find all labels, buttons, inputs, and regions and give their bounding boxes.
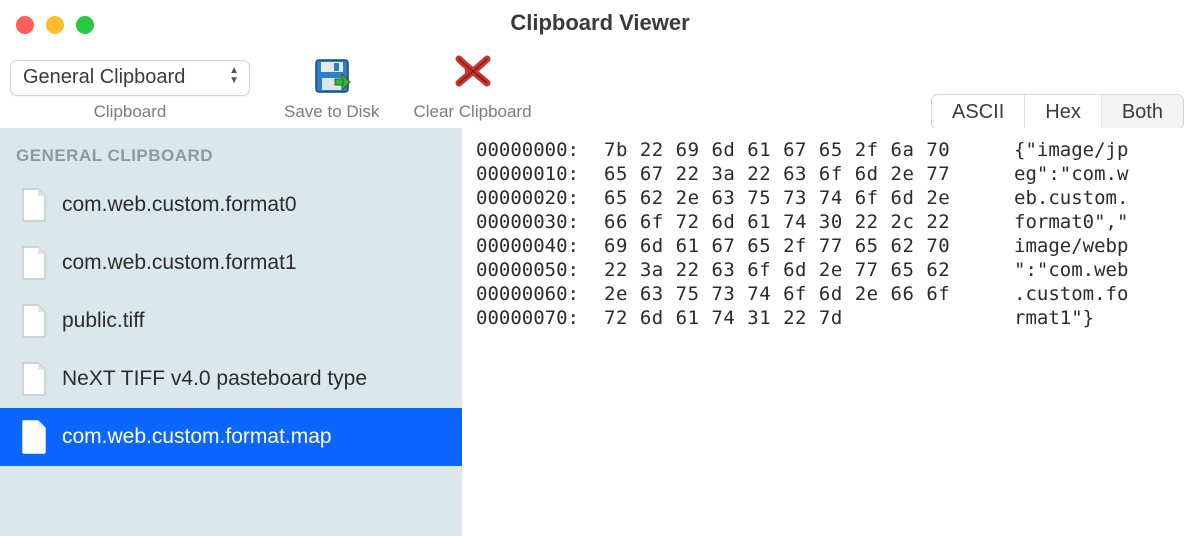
file-icon xyxy=(20,362,48,396)
file-icon xyxy=(20,420,48,454)
window-title: Clipboard Viewer xyxy=(0,10,1200,36)
hex-offset: 00000010: xyxy=(476,162,604,186)
list-item[interactable]: com.web.custom.format1 xyxy=(0,234,462,292)
hex-row: 00000040:69 6d 61 67 65 2f 77 65 62 70im… xyxy=(476,234,1186,258)
hex-bytes: 69 6d 61 67 65 2f 77 65 62 70 xyxy=(604,234,1014,258)
hex-bytes: 22 3a 22 63 6f 6d 2e 77 65 62 xyxy=(604,258,1014,282)
floppy-disk-icon xyxy=(312,56,352,96)
list-item[interactable]: public.tiff xyxy=(0,292,462,350)
file-icon xyxy=(20,304,48,338)
hex-row: 00000060:2e 63 75 73 74 6f 6d 2e 66 6f.c… xyxy=(476,282,1186,306)
list-item[interactable]: NeXT TIFF v4.0 pasteboard type xyxy=(0,350,462,408)
clipboard-selector-dropdown[interactable]: General Clipboard ▲▼ xyxy=(10,60,250,96)
toolbar: General Clipboard ▲▼ Clipboard Save to D… xyxy=(0,44,1200,128)
clear-clipboard-button[interactable] xyxy=(453,51,493,96)
hex-offset: 00000000: xyxy=(476,138,604,162)
hex-ascii: image/webp xyxy=(1014,234,1186,258)
view-mode-both[interactable]: Both xyxy=(1102,95,1183,129)
hex-offset: 00000030: xyxy=(476,210,604,234)
list-item-label: com.web.custom.format.map xyxy=(62,425,332,449)
hex-ascii: rmat1"} xyxy=(1014,306,1186,330)
clear-clipboard-label: Clear Clipboard xyxy=(413,102,531,122)
main-area: GENERAL CLIPBOARD com.web.custom.format0… xyxy=(0,128,1200,536)
list-item[interactable]: com.web.custom.format0 xyxy=(0,176,462,234)
save-to-disk-button[interactable] xyxy=(312,56,352,96)
hex-row: 00000020:65 62 2e 63 75 73 74 6f 6d 2eeb… xyxy=(476,186,1186,210)
hex-ascii: eb.custom. xyxy=(1014,186,1186,210)
hex-offset: 00000060: xyxy=(476,282,604,306)
hex-offset: 00000040: xyxy=(476,234,604,258)
hex-ascii: {"image/jp xyxy=(1014,138,1186,162)
hex-row: 00000000:7b 22 69 6d 61 67 65 2f 6a 70{"… xyxy=(476,138,1186,162)
hex-offset: 00000020: xyxy=(476,186,604,210)
list-item-label: public.tiff xyxy=(62,309,145,333)
hex-offset: 00000050: xyxy=(476,258,604,282)
view-mode-segmented: ASCII Hex Both xyxy=(931,94,1184,130)
hex-ascii: eg":"com.w xyxy=(1014,162,1186,186)
save-to-disk-label: Save to Disk xyxy=(284,102,379,122)
sidebar-list: com.web.custom.format0 com.web.custom.for… xyxy=(0,176,462,466)
hex-viewer: 00000000:7b 22 69 6d 61 67 65 2f 6a 70{"… xyxy=(462,128,1200,536)
list-item-label: NeXT TIFF v4.0 pasteboard type xyxy=(62,367,367,391)
hex-bytes: 2e 63 75 73 74 6f 6d 2e 66 6f xyxy=(604,282,1014,306)
hex-bytes: 65 67 22 3a 22 63 6f 6d 2e 77 xyxy=(604,162,1014,186)
hex-ascii: format0"," xyxy=(1014,210,1186,234)
hex-row: 00000030:66 6f 72 6d 61 74 30 22 2c 22fo… xyxy=(476,210,1186,234)
hex-row: 00000010:65 67 22 3a 22 63 6f 6d 2e 77eg… xyxy=(476,162,1186,186)
hex-bytes: 7b 22 69 6d 61 67 65 2f 6a 70 xyxy=(604,138,1014,162)
sidebar: GENERAL CLIPBOARD com.web.custom.format0… xyxy=(0,128,462,536)
list-item-label: com.web.custom.format1 xyxy=(62,251,297,275)
clipboard-selector-label: Clipboard xyxy=(94,102,167,122)
clipboard-selector-value: General Clipboard xyxy=(23,66,185,89)
hex-bytes: 65 62 2e 63 75 73 74 6f 6d 2e xyxy=(604,186,1014,210)
hex-ascii: ":"com.web xyxy=(1014,258,1186,282)
sidebar-header: GENERAL CLIPBOARD xyxy=(0,140,462,176)
view-mode-ascii[interactable]: ASCII xyxy=(932,95,1025,129)
file-icon xyxy=(20,188,48,222)
red-x-icon xyxy=(453,51,493,91)
hex-ascii: .custom.fo xyxy=(1014,282,1186,306)
hex-row: 00000070:72 6d 61 74 31 22 7drmat1"} xyxy=(476,306,1186,330)
list-item[interactable]: com.web.custom.format.map xyxy=(0,408,462,466)
hex-row: 00000050:22 3a 22 63 6f 6d 2e 77 65 62":… xyxy=(476,258,1186,282)
chevron-updown-icon: ▲▼ xyxy=(229,66,239,86)
hex-bytes: 72 6d 61 74 31 22 7d xyxy=(604,306,1014,330)
hex-offset: 00000070: xyxy=(476,306,604,330)
hex-bytes: 66 6f 72 6d 61 74 30 22 2c 22 xyxy=(604,210,1014,234)
view-mode-hex[interactable]: Hex xyxy=(1025,95,1102,129)
file-icon xyxy=(20,246,48,280)
list-item-label: com.web.custom.format0 xyxy=(62,193,297,217)
